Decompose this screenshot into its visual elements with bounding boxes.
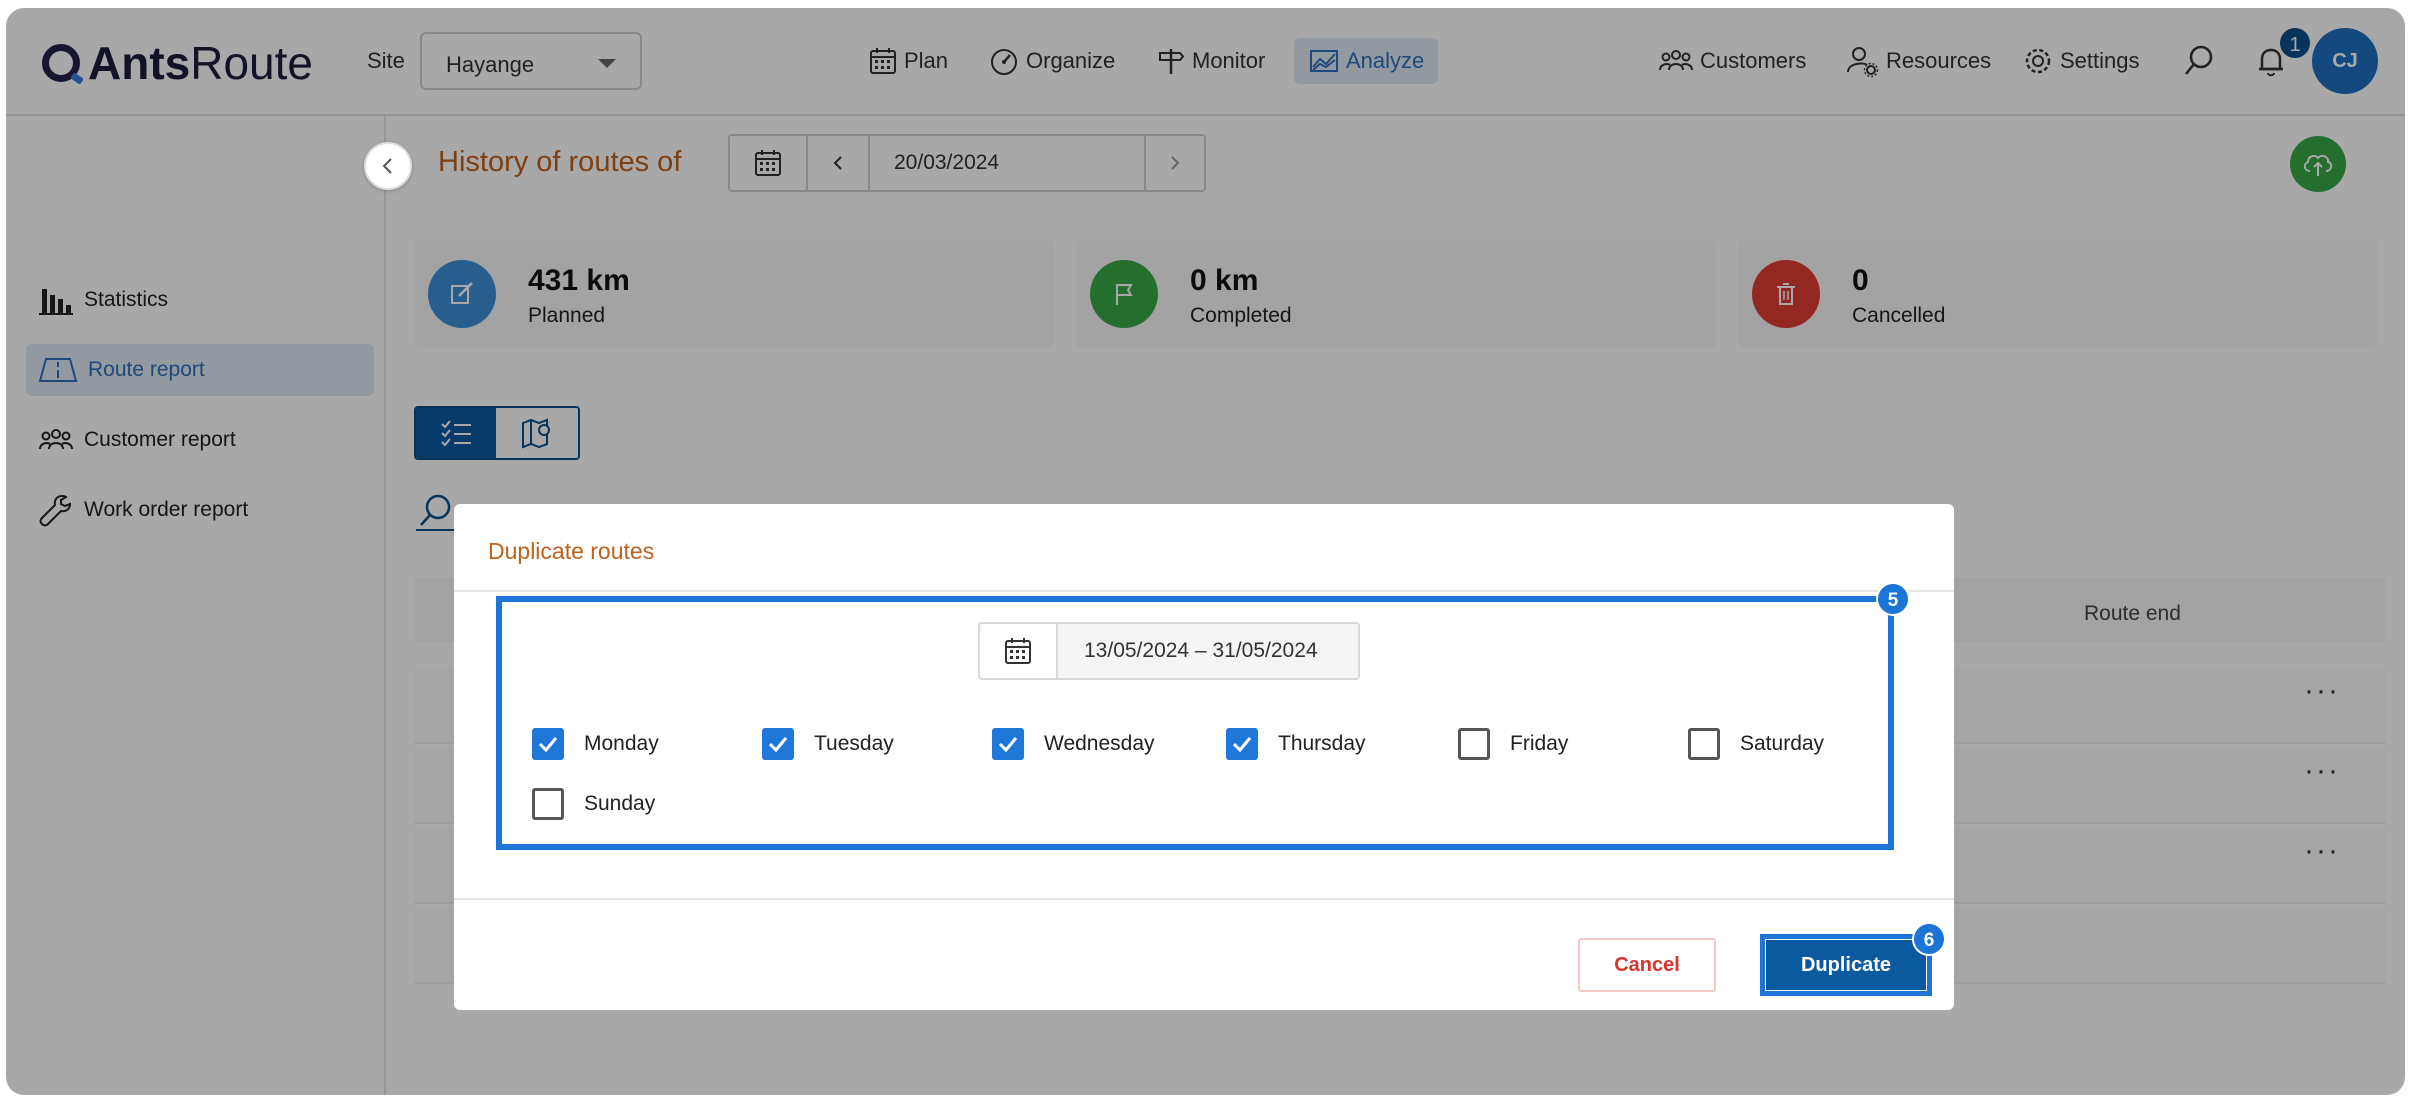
day-friday[interactable]: Friday xyxy=(1458,728,1568,760)
dialog-divider xyxy=(454,590,1954,592)
day-thursday[interactable]: Thursday xyxy=(1226,728,1366,760)
checkbox-checked-icon[interactable] xyxy=(762,728,794,760)
day-sunday[interactable]: Sunday xyxy=(532,788,655,820)
day-label: Tuesday xyxy=(814,732,894,755)
calendar-icon xyxy=(980,624,1058,678)
date-range-field[interactable]: 13/05/2024 – 31/05/2024 xyxy=(978,622,1360,680)
date-range-value: 13/05/2024 – 31/05/2024 xyxy=(1058,624,1358,678)
duplicate-routes-dialog: Duplicate routes 5 13/05/2024 – 31/05/20… xyxy=(454,504,1954,1010)
day-label: Sunday xyxy=(584,792,656,815)
day-label: Monday xyxy=(584,732,659,755)
step-badge: 5 xyxy=(1876,582,1910,616)
dialog-footer-divider xyxy=(454,898,1954,900)
day-label: Friday xyxy=(1510,732,1569,755)
checkbox-unchecked-icon[interactable] xyxy=(532,788,564,820)
chevron-left-icon xyxy=(382,158,392,174)
day-label: Thursday xyxy=(1278,732,1366,755)
day-monday[interactable]: Monday xyxy=(532,728,659,760)
step-badge: 6 xyxy=(1912,922,1946,956)
day-saturday[interactable]: Saturday xyxy=(1688,728,1824,760)
checkbox-checked-icon[interactable] xyxy=(532,728,564,760)
day-wednesday[interactable]: Wednesday xyxy=(992,728,1155,760)
day-label: Saturday xyxy=(1740,732,1825,755)
collapse-sidebar-button[interactable] xyxy=(364,142,412,190)
dialog-title: Duplicate routes xyxy=(488,538,655,564)
checkbox-checked-icon[interactable] xyxy=(1226,728,1258,760)
duplicate-button[interactable]: Duplicate xyxy=(1766,940,1926,990)
cancel-button[interactable]: Cancel xyxy=(1578,938,1716,992)
day-tuesday[interactable]: Tuesday xyxy=(762,728,894,760)
checkbox-unchecked-icon[interactable] xyxy=(1458,728,1490,760)
checkbox-unchecked-icon[interactable] xyxy=(1688,728,1720,760)
app-window: Ants Route Site Hayange Plan Organize Mon… xyxy=(6,8,2405,1095)
checkbox-checked-icon[interactable] xyxy=(992,728,1024,760)
day-label: Wednesday xyxy=(1044,732,1155,755)
